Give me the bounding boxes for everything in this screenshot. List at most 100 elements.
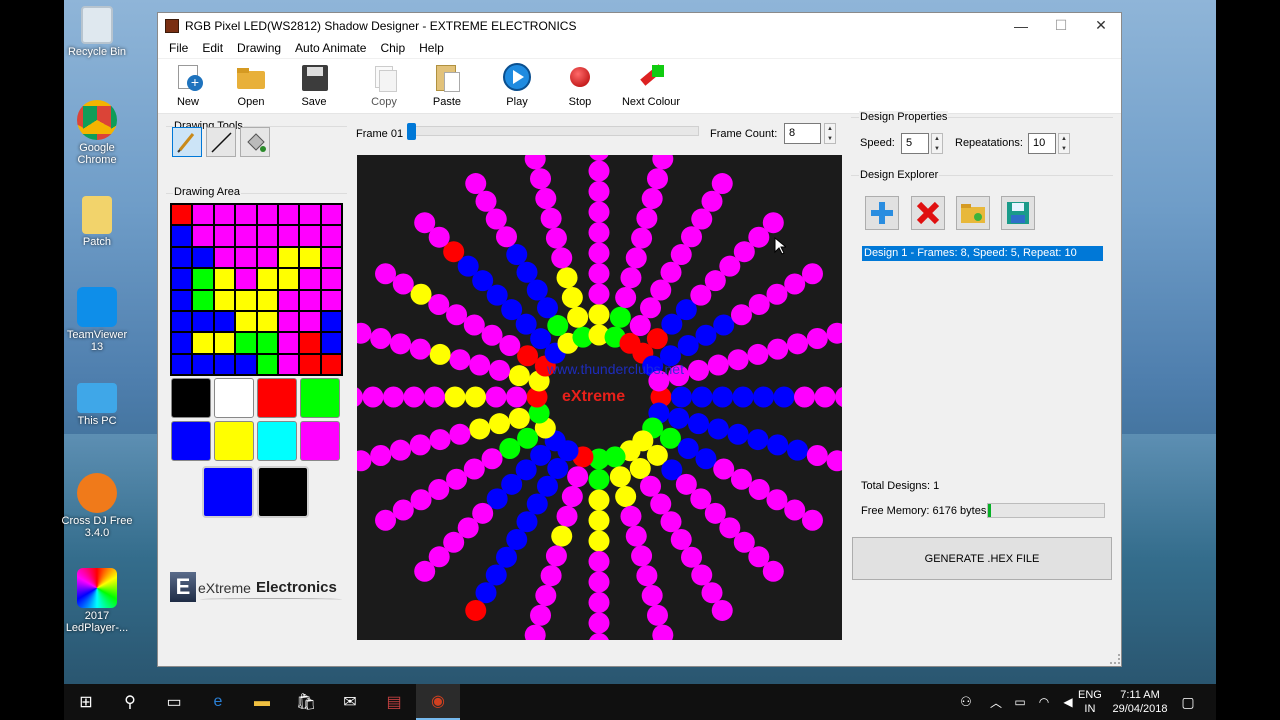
palette-swatch[interactable] — [171, 421, 211, 461]
secondary-colour-swatch[interactable] — [257, 466, 309, 518]
frame-count-input[interactable]: 8 — [784, 123, 821, 144]
grid-cell[interactable] — [214, 205, 235, 225]
next-colour-button[interactable]: Next Colour — [611, 63, 691, 108]
wifi-icon[interactable]: ◠ — [1032, 684, 1056, 720]
grid-cell[interactable] — [193, 354, 213, 374]
grid-cell[interactable] — [172, 247, 192, 268]
desktop-icon-ledplayer[interactable]: 2017 LedPlayer-... — [61, 568, 133, 634]
task-view-icon[interactable]: ▭ — [152, 684, 196, 720]
winrar-icon[interactable]: ▤ — [372, 684, 416, 720]
grid-cell[interactable] — [321, 269, 341, 289]
grid-cell[interactable] — [236, 333, 256, 353]
grid-cell[interactable] — [236, 311, 256, 332]
grid-cell[interactable] — [321, 247, 341, 268]
grid-cell[interactable] — [300, 290, 320, 310]
save-button[interactable]: Save — [281, 63, 347, 108]
close-button[interactable]: ✕ — [1081, 13, 1121, 38]
grid-cell[interactable] — [193, 269, 213, 289]
desktop-icon-recycle-bin[interactable]: Recycle Bin — [61, 6, 133, 58]
menu-edit[interactable]: Edit — [195, 38, 230, 58]
grid-cell[interactable] — [193, 247, 213, 268]
battery-icon[interactable]: ▭ — [1008, 684, 1032, 720]
grid-cell[interactable] — [257, 269, 277, 289]
grid-cell[interactable] — [278, 311, 299, 332]
frame-slider-track[interactable] — [407, 126, 699, 136]
palette-swatch[interactable] — [214, 421, 254, 461]
play-button[interactable]: Play — [484, 63, 550, 108]
start-windows-icon[interactable]: ⊞ — [64, 684, 108, 720]
desktop-icon-teamviewer[interactable]: TeamViewer 13 — [61, 287, 133, 353]
people-icon[interactable]: ⚇ — [944, 684, 988, 720]
grid-cell[interactable] — [214, 269, 235, 289]
desktop-icon-patch[interactable]: Patch — [61, 196, 133, 248]
grid-cell[interactable] — [214, 226, 235, 246]
grid-cell[interactable] — [257, 290, 277, 310]
pixel-grid[interactable] — [170, 203, 343, 376]
line-tool[interactable] — [206, 127, 236, 157]
grid-cell[interactable] — [257, 247, 277, 268]
grid-cell[interactable] — [214, 354, 235, 374]
grid-cell[interactable] — [172, 290, 192, 310]
grid-cell[interactable] — [236, 205, 256, 225]
grid-cell[interactable] — [172, 311, 192, 332]
grid-cell[interactable] — [236, 226, 256, 246]
grid-cell[interactable] — [172, 333, 192, 353]
search-icon[interactable]: ⚲ — [108, 684, 152, 720]
notifications-icon[interactable]: ▢ — [1166, 684, 1210, 720]
palette-swatch[interactable] — [300, 378, 340, 418]
fill-tool[interactable] — [240, 127, 270, 157]
grid-cell[interactable] — [214, 311, 235, 332]
palette-swatch[interactable] — [300, 421, 340, 461]
grid-cell[interactable] — [300, 311, 320, 332]
frame-slider-thumb[interactable] — [407, 123, 416, 140]
grid-cell[interactable] — [257, 333, 277, 353]
grid-cell[interactable] — [278, 333, 299, 353]
save-design-button[interactable] — [1001, 196, 1035, 230]
delete-design-button[interactable] — [911, 196, 945, 230]
menu-auto-animate[interactable]: Auto Animate — [288, 38, 373, 58]
grid-cell[interactable] — [321, 226, 341, 246]
volume-icon[interactable]: ◀ — [1056, 684, 1080, 720]
grid-cell[interactable] — [172, 354, 192, 374]
grid-cell[interactable] — [172, 205, 192, 225]
menu-file[interactable]: File — [162, 38, 195, 58]
primary-colour-swatch[interactable] — [202, 466, 254, 518]
grid-cell[interactable] — [236, 290, 256, 310]
speed-input[interactable]: 5 — [901, 133, 929, 154]
grid-cell[interactable] — [321, 205, 341, 225]
grid-cell[interactable] — [321, 354, 341, 374]
paste-button[interactable]: Paste — [414, 63, 480, 108]
pencil-tool[interactable] — [172, 127, 202, 157]
grid-cell[interactable] — [321, 290, 341, 310]
maximize-button[interactable]: ☐ — [1041, 13, 1081, 38]
open-button[interactable]: Open — [218, 63, 284, 108]
grid-cell[interactable] — [236, 247, 256, 268]
grid-cell[interactable] — [300, 333, 320, 353]
grid-cell[interactable] — [172, 226, 192, 246]
repetitions-spinner[interactable]: ▲ ▼ — [1058, 133, 1070, 154]
grid-cell[interactable] — [278, 226, 299, 246]
edge-icon[interactable]: e — [196, 684, 240, 720]
design-list-item[interactable]: Design 1 - Frames: 8, Speed: 5, Repeat: … — [862, 246, 1103, 261]
grid-cell[interactable] — [193, 290, 213, 310]
grid-cell[interactable] — [321, 333, 341, 353]
grid-cell[interactable] — [278, 290, 299, 310]
grid-cell[interactable] — [236, 354, 256, 374]
mail-icon[interactable]: ✉ — [328, 684, 372, 720]
file-explorer-icon[interactable]: ▬ — [240, 684, 284, 720]
grid-cell[interactable] — [193, 311, 213, 332]
led-preview-canvas[interactable]: www.thunderclubs.net eXtreme — [357, 155, 842, 640]
palette-swatch[interactable] — [257, 421, 297, 461]
palette-swatch[interactable] — [257, 378, 297, 418]
speed-spinner[interactable]: ▲ ▼ — [931, 133, 943, 154]
menu-chip[interactable]: Chip — [373, 38, 412, 58]
stop-button[interactable]: Stop — [547, 63, 613, 108]
desktop-icon-this-pc[interactable]: This PC — [61, 383, 133, 427]
grid-cell[interactable] — [214, 290, 235, 310]
menu-help[interactable]: Help — [412, 38, 451, 58]
grid-cell[interactable] — [278, 354, 299, 374]
desktop-icon-cross-dj[interactable]: Cross DJ Free 3.4.0 — [61, 473, 133, 539]
grid-cell[interactable] — [172, 269, 192, 289]
grid-cell[interactable] — [257, 354, 277, 374]
grid-cell[interactable] — [278, 247, 299, 268]
